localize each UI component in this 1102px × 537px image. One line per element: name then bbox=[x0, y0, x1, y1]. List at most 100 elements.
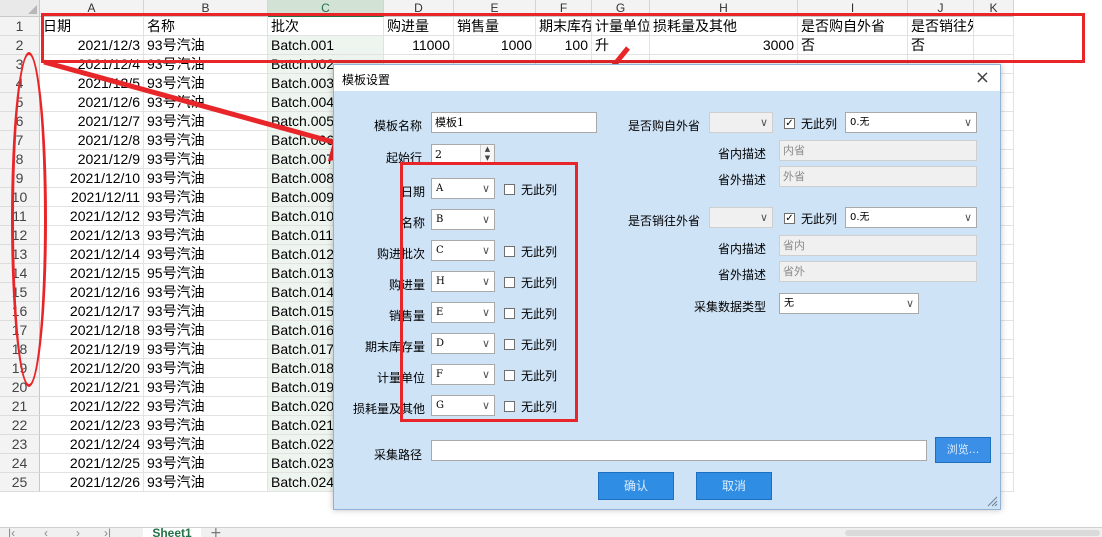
start-row-value: 2 bbox=[435, 148, 442, 161]
table-cell[interactable]: 2021/12/22 bbox=[40, 397, 144, 416]
table-cell[interactable]: 2021/12/5 bbox=[40, 74, 144, 93]
row-header[interactable]: 2 bbox=[0, 36, 40, 55]
chevron-down-icon: ∨ bbox=[963, 211, 972, 224]
table-cell[interactable]: 2021/12/10 bbox=[40, 169, 144, 188]
last-sheet-icon[interactable]: ›| bbox=[104, 527, 111, 537]
purchase-column-select[interactable]: ∨ bbox=[709, 112, 773, 133]
sale-column-select[interactable]: ∨ bbox=[709, 207, 773, 228]
table-cell[interactable]: 93号汽油 bbox=[144, 321, 268, 340]
purchase-default-select[interactable]: 0.无 ∨ bbox=[845, 112, 977, 133]
checkmark-icon: ✓ bbox=[784, 212, 795, 224]
table-cell[interactable]: 93号汽油 bbox=[144, 226, 268, 245]
table-cell[interactable]: 2021/12/8 bbox=[40, 131, 144, 150]
close-icon[interactable]: × bbox=[975, 67, 990, 88]
collect-path-input[interactable] bbox=[431, 440, 927, 461]
chevron-down-icon: ∨ bbox=[759, 116, 768, 129]
table-cell[interactable]: 93号汽油 bbox=[144, 169, 268, 188]
chevron-down-icon: ∨ bbox=[759, 211, 768, 224]
purchase-in-label: 省内描述 bbox=[718, 147, 767, 161]
sale-default-value: 0.无 bbox=[850, 212, 870, 223]
table-cell[interactable]: 95号汽油 bbox=[144, 264, 268, 283]
table-cell[interactable]: 2021/12/19 bbox=[40, 340, 144, 359]
prev-sheet-icon[interactable]: ‹ bbox=[44, 527, 48, 537]
table-cell[interactable]: 2021/12/12 bbox=[40, 207, 144, 226]
row-header[interactable]: 24 bbox=[0, 454, 40, 473]
table-cell[interactable]: 93号汽油 bbox=[144, 340, 268, 359]
table-cell[interactable]: 93号汽油 bbox=[144, 188, 268, 207]
checkmark-icon: ✓ bbox=[784, 117, 795, 129]
sale-no-column-checkbox[interactable]: ✓ 无此列 bbox=[784, 210, 837, 226]
sale-province-label: 是否销往外省 bbox=[628, 214, 701, 228]
row-highlight-ellipse bbox=[11, 52, 47, 387]
table-cell[interactable]: 93号汽油 bbox=[144, 435, 268, 454]
chevron-down-icon: ∨ bbox=[963, 116, 972, 129]
table-cell[interactable]: 2021/12/24 bbox=[40, 435, 144, 454]
table-cell[interactable]: 2021/12/16 bbox=[40, 283, 144, 302]
sheet-tab-bar: |‹ ‹ › ›| Sheet1 + bbox=[0, 526, 1102, 537]
chevron-down-icon: ∨ bbox=[905, 297, 914, 310]
row-header[interactable]: 1 bbox=[0, 17, 40, 36]
resize-grip-icon[interactable] bbox=[986, 495, 998, 507]
table-cell[interactable]: 93号汽油 bbox=[144, 397, 268, 416]
row-header[interactable]: 22 bbox=[0, 416, 40, 435]
table-cell[interactable]: 93号汽油 bbox=[144, 416, 268, 435]
purchase-out-input[interactable]: 外省 bbox=[779, 166, 977, 187]
table-cell[interactable]: 93号汽油 bbox=[144, 74, 268, 93]
dialog-titlebar: 模板设置 × bbox=[334, 65, 1000, 91]
row-header[interactable]: 25 bbox=[0, 473, 40, 492]
table-cell[interactable]: 2021/12/15 bbox=[40, 264, 144, 283]
table-cell[interactable]: 2021/12/26 bbox=[40, 473, 144, 492]
row-header[interactable]: 20 bbox=[0, 378, 40, 397]
table-cell[interactable]: 93号汽油 bbox=[144, 283, 268, 302]
table-cell[interactable]: 2021/12/11 bbox=[40, 188, 144, 207]
sale-default-select[interactable]: 0.无 ∨ bbox=[845, 207, 977, 228]
collect-type-select[interactable]: 无 ∨ bbox=[779, 293, 919, 314]
collect-path-label: 采集路径 bbox=[374, 448, 423, 462]
ok-button[interactable]: 确认 bbox=[598, 472, 674, 500]
sale-out-label: 省外描述 bbox=[718, 268, 767, 282]
purchase-no-column-label: 无此列 bbox=[801, 116, 838, 131]
table-cell[interactable]: 93号汽油 bbox=[144, 112, 268, 131]
row-header[interactable]: 23 bbox=[0, 435, 40, 454]
table-cell[interactable]: 93号汽油 bbox=[144, 302, 268, 321]
table-cell[interactable]: 2021/12/14 bbox=[40, 245, 144, 264]
table-cell[interactable]: 2021/12/7 bbox=[40, 112, 144, 131]
purchase-out-label: 省外描述 bbox=[718, 173, 767, 187]
select-all-corner[interactable] bbox=[0, 0, 40, 17]
add-sheet-icon[interactable]: + bbox=[210, 526, 222, 537]
table-cell[interactable]: 93号汽油 bbox=[144, 150, 268, 169]
table-cell[interactable]: 93号汽油 bbox=[144, 378, 268, 397]
table-cell[interactable]: 2021/12/21 bbox=[40, 378, 144, 397]
horizontal-scrollbar[interactable] bbox=[845, 530, 1100, 536]
table-cell[interactable]: 93号汽油 bbox=[144, 207, 268, 226]
table-cell[interactable]: 2021/12/6 bbox=[40, 93, 144, 112]
sale-out-input[interactable]: 省外 bbox=[779, 261, 977, 282]
table-cell[interactable]: 93号汽油 bbox=[144, 473, 268, 492]
next-sheet-icon[interactable]: › bbox=[76, 527, 80, 537]
collect-type-label: 采集数据类型 bbox=[694, 300, 767, 314]
sale-in-input[interactable]: 省内 bbox=[779, 235, 977, 256]
cancel-button[interactable]: 取消 bbox=[696, 472, 772, 500]
first-sheet-icon[interactable]: |‹ bbox=[8, 527, 15, 537]
tab-sheet1[interactable]: Sheet1 bbox=[143, 528, 201, 537]
table-cell[interactable]: 2021/12/25 bbox=[40, 454, 144, 473]
purchase-default-value: 0.无 bbox=[850, 117, 870, 128]
table-cell[interactable]: 2021/12/18 bbox=[40, 321, 144, 340]
table-cell[interactable]: 2021/12/9 bbox=[40, 150, 144, 169]
template-name-input[interactable]: 模板1 bbox=[431, 112, 597, 133]
purchase-in-input[interactable]: 内省 bbox=[779, 140, 977, 161]
browse-button[interactable]: 浏览... bbox=[935, 437, 991, 463]
sale-in-label: 省内描述 bbox=[718, 242, 767, 256]
table-cell[interactable]: 2021/12/13 bbox=[40, 226, 144, 245]
row-header[interactable]: 21 bbox=[0, 397, 40, 416]
table-cell[interactable]: 93号汽油 bbox=[144, 245, 268, 264]
table-cell[interactable]: 2021/12/20 bbox=[40, 359, 144, 378]
corner-triangle-icon bbox=[28, 5, 37, 14]
purchase-no-column-checkbox[interactable]: ✓ 无此列 bbox=[784, 115, 837, 131]
table-cell[interactable]: 93号汽油 bbox=[144, 359, 268, 378]
table-cell[interactable]: 93号汽油 bbox=[144, 93, 268, 112]
table-cell[interactable]: 2021/12/17 bbox=[40, 302, 144, 321]
table-cell[interactable]: 2021/12/23 bbox=[40, 416, 144, 435]
table-cell[interactable]: 93号汽油 bbox=[144, 454, 268, 473]
table-cell[interactable]: 93号汽油 bbox=[144, 131, 268, 150]
